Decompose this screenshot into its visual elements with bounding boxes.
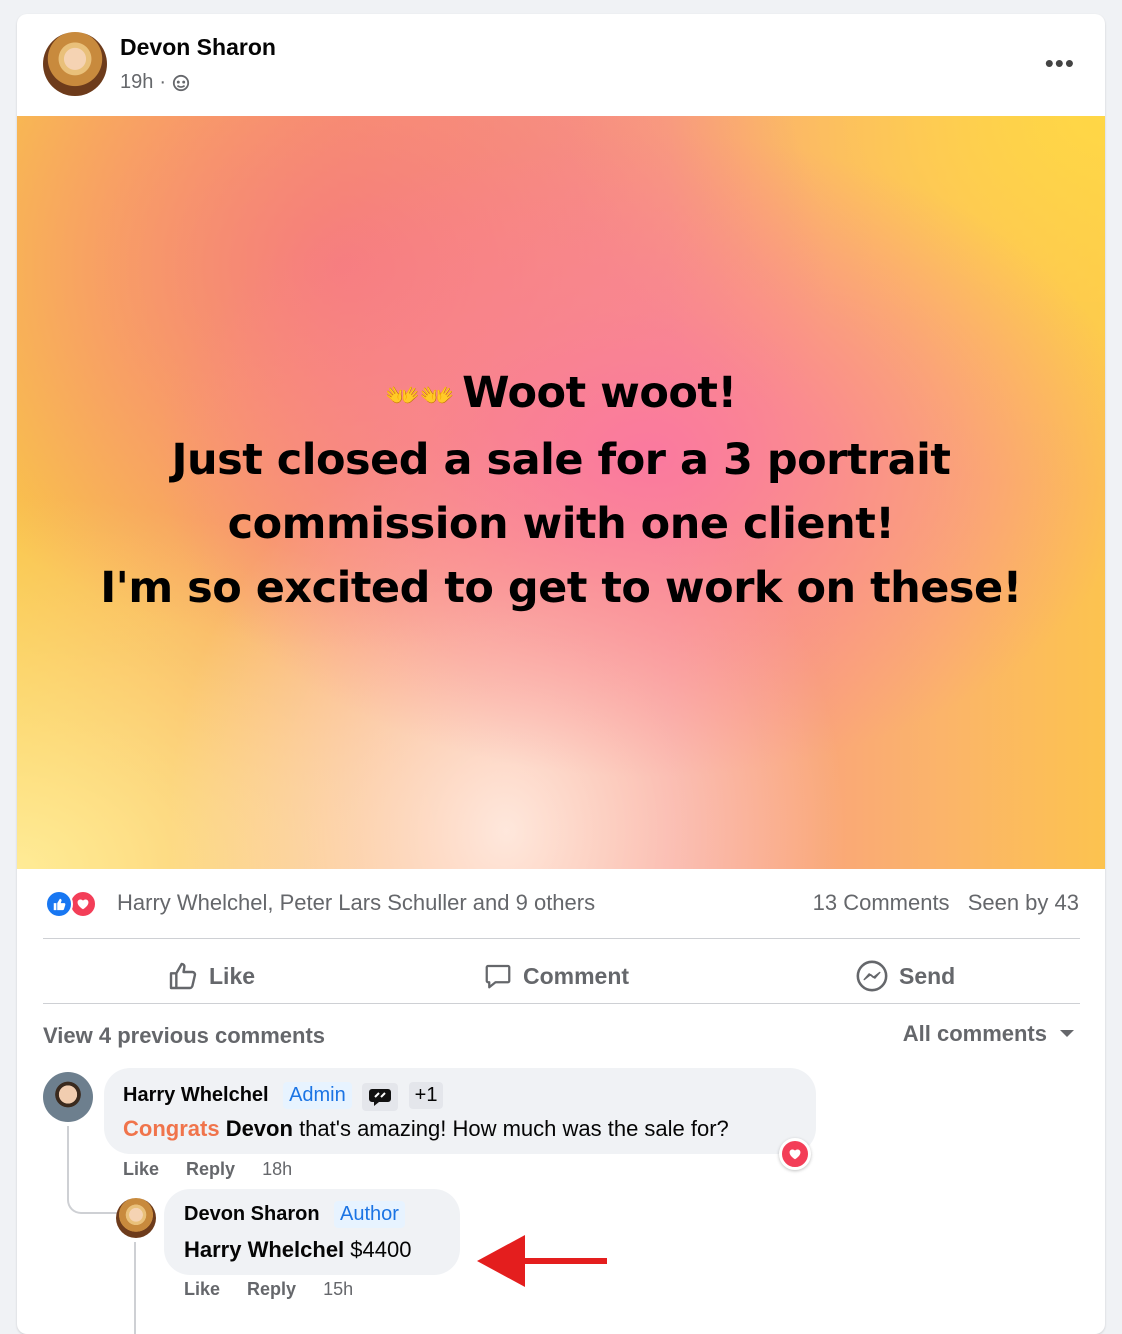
reply-like-button[interactable]: Like <box>184 1279 220 1299</box>
reply-body: $4400 <box>350 1237 412 1262</box>
comment-filter-label: All comments <box>902 1021 1047 1046</box>
divider <box>43 938 1080 939</box>
post-meta: 19h · <box>120 71 190 94</box>
send-button[interactable]: Send <box>855 951 955 1001</box>
reactions-summary: Harry Whelchel, Peter Lars Schuller and … <box>45 887 1079 921</box>
meta-separator: · <box>159 71 167 93</box>
reply-reply-button[interactable]: Reply <box>247 1279 296 1299</box>
post-line-2: Just closed a sale for a 3 portrait <box>171 434 951 485</box>
comment-label: Comment <box>523 962 630 989</box>
comment-icon <box>485 964 511 989</box>
post-author-name[interactable]: Devon Sharon <box>120 34 276 61</box>
comment-like-button[interactable]: Like <box>123 1159 159 1179</box>
caret-down-icon <box>1060 1030 1074 1037</box>
conversation-starter-badge-icon[interactable] <box>362 1082 399 1111</box>
author-badge[interactable]: Author <box>334 1201 405 1228</box>
post-card: Devon Sharon 19h · ••• 👐👐 Woot woot! Just… <box>17 14 1105 1334</box>
comment-highlight-word: Congrats <box>123 1116 220 1141</box>
comment-love-reaction-icon[interactable] <box>779 1138 811 1170</box>
reply-avatar[interactable] <box>116 1198 156 1238</box>
comment-text: Congrats Devon that's amazing! How much … <box>123 1116 729 1142</box>
thread-line <box>134 1242 136 1334</box>
comments-count[interactable]: 13 Comments <box>813 890 950 915</box>
view-previous-comments[interactable]: View 4 previous comments <box>43 1023 325 1049</box>
author-avatar[interactable] <box>43 32 107 96</box>
red-arrow-annotation <box>477 1235 607 1287</box>
post-line-3: commission with one client! <box>227 498 895 549</box>
post-stats: 13 Comments Seen by 43 <box>801 890 1079 916</box>
post-background-text: 👐👐 Woot woot! Just closed a sale for a 3 … <box>17 116 1105 869</box>
like-label: Like <box>209 962 256 989</box>
post-line-1: 👐👐 Woot woot! <box>385 368 737 419</box>
send-label: Send <box>899 962 956 989</box>
more-options-icon[interactable]: ••• <box>1045 48 1075 79</box>
reply-header: Devon Sharon Author <box>184 1201 405 1228</box>
like-button[interactable]: Like <box>167 951 255 1001</box>
thumbs-up-icon <box>169 962 197 990</box>
commenter-avatar[interactable] <box>43 1072 93 1122</box>
post-body: 👐👐 Woot woot! Just closed a sale for a 3 … <box>100 361 1022 620</box>
comment-header: Harry Whelchel Admin +1 <box>123 1082 444 1111</box>
love-reaction-icon[interactable] <box>69 890 97 918</box>
reply-mention-link[interactable]: Harry Whelchel <box>184 1237 344 1262</box>
comment-body: that's amazing! How much was the sale fo… <box>299 1116 729 1141</box>
like-reaction-icon[interactable] <box>45 890 73 918</box>
reactors-names[interactable]: Harry Whelchel, Peter Lars Schuller and … <box>117 890 595 916</box>
comment-filter-dropdown[interactable]: All comments <box>903 1021 1075 1047</box>
reply-time[interactable]: 15h <box>323 1279 353 1299</box>
mention-link[interactable]: Devon <box>226 1116 293 1141</box>
reply-actions: Like Reply 15h <box>184 1279 353 1300</box>
badge-count[interactable]: +1 <box>408 1082 444 1109</box>
reply-author[interactable]: Devon Sharon <box>184 1203 320 1225</box>
comment-reply-button[interactable]: Reply <box>186 1159 235 1179</box>
reply-bubble: Devon Sharon Author Harry Whelchel $4400 <box>164 1189 460 1275</box>
seen-count[interactable]: Seen by 43 <box>968 890 1079 915</box>
group-audience-icon <box>172 74 190 91</box>
comment-time[interactable]: 18h <box>262 1159 292 1179</box>
comment-actions: Like Reply 18h <box>123 1159 292 1180</box>
reply-text: Harry Whelchel $4400 <box>184 1237 411 1263</box>
clapping-hands-icon: 👐👐 <box>385 378 455 412</box>
post-time[interactable]: 19h <box>120 71 153 94</box>
messenger-icon <box>856 960 888 992</box>
comment-button[interactable]: Comment <box>483 951 629 1001</box>
comment-author[interactable]: Harry Whelchel <box>123 1084 269 1106</box>
comment-bubble: Harry Whelchel Admin +1 Congrats Devon t… <box>104 1068 816 1154</box>
post-line-4: I'm so excited to get to work on these! <box>100 562 1022 613</box>
admin-badge[interactable]: Admin <box>283 1082 352 1109</box>
divider <box>43 1003 1080 1004</box>
